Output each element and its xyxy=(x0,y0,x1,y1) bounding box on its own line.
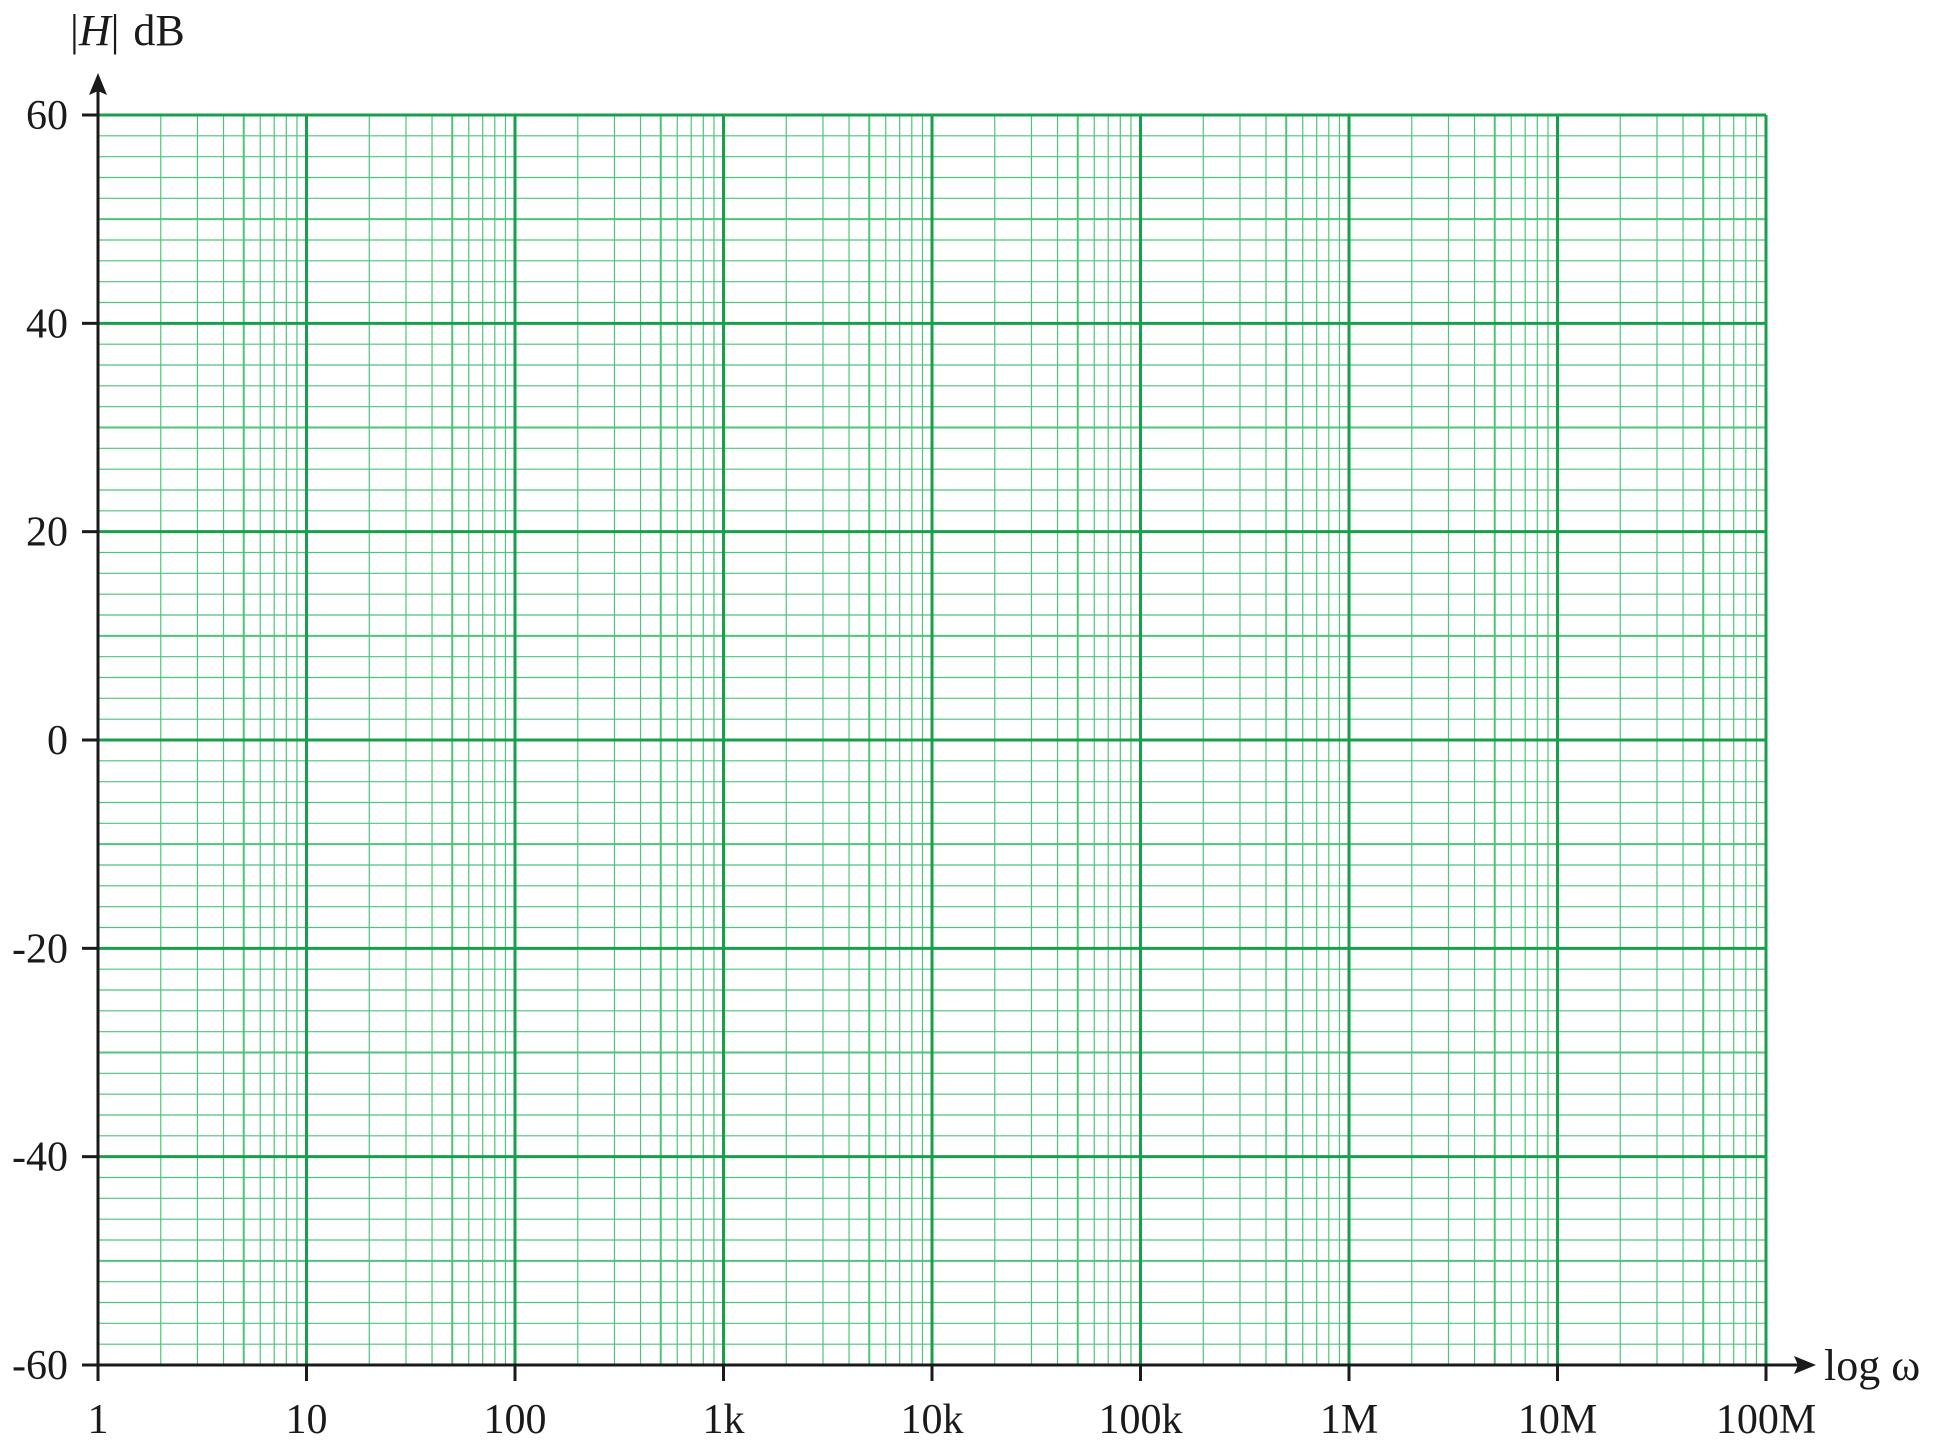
y-tick-label: -40 xyxy=(12,1135,68,1181)
y-tick-label: 20 xyxy=(26,510,68,556)
x-tick-label: 10M xyxy=(1518,1397,1597,1443)
x-tick-label: 10 xyxy=(286,1397,328,1443)
y-tick-label: 60 xyxy=(26,93,68,139)
y-axis-label-unit: dB xyxy=(133,6,184,55)
y-tick-label: 40 xyxy=(26,301,68,347)
chart-svg: 60 40 20 0 -20 -40 -60 1 10 100 1k 10k 100k 1M 10M 100M… xyxy=(12,6,1920,1443)
x-tick-label: 10k xyxy=(901,1397,964,1443)
y-axis-label-symbol: H xyxy=(78,6,113,55)
x-tick-label: 1M xyxy=(1320,1397,1378,1443)
x-tick-label: 1 xyxy=(88,1397,109,1443)
x-tick-label: 1k xyxy=(703,1397,745,1443)
y-axis-label-bar-right: | xyxy=(111,6,120,55)
bode-magnitude-chart: 60 40 20 0 -20 -40 -60 1 10 100 1k 10k 100k 1M 10M 100M… xyxy=(0,0,1934,1450)
x-tick-label: 100k xyxy=(1099,1397,1183,1443)
y-tick-label: -20 xyxy=(12,926,68,972)
y-axis-label-bar-left: | xyxy=(70,6,79,55)
x-tick-label: 100 xyxy=(484,1397,547,1443)
x-axis-label: log ω xyxy=(1824,1341,1920,1390)
y-tick-label: -60 xyxy=(12,1343,68,1389)
x-tick-label: 100M xyxy=(1716,1397,1816,1443)
y-axis-label: |H| dB xyxy=(70,6,185,55)
y-tick-label: 0 xyxy=(47,718,68,764)
